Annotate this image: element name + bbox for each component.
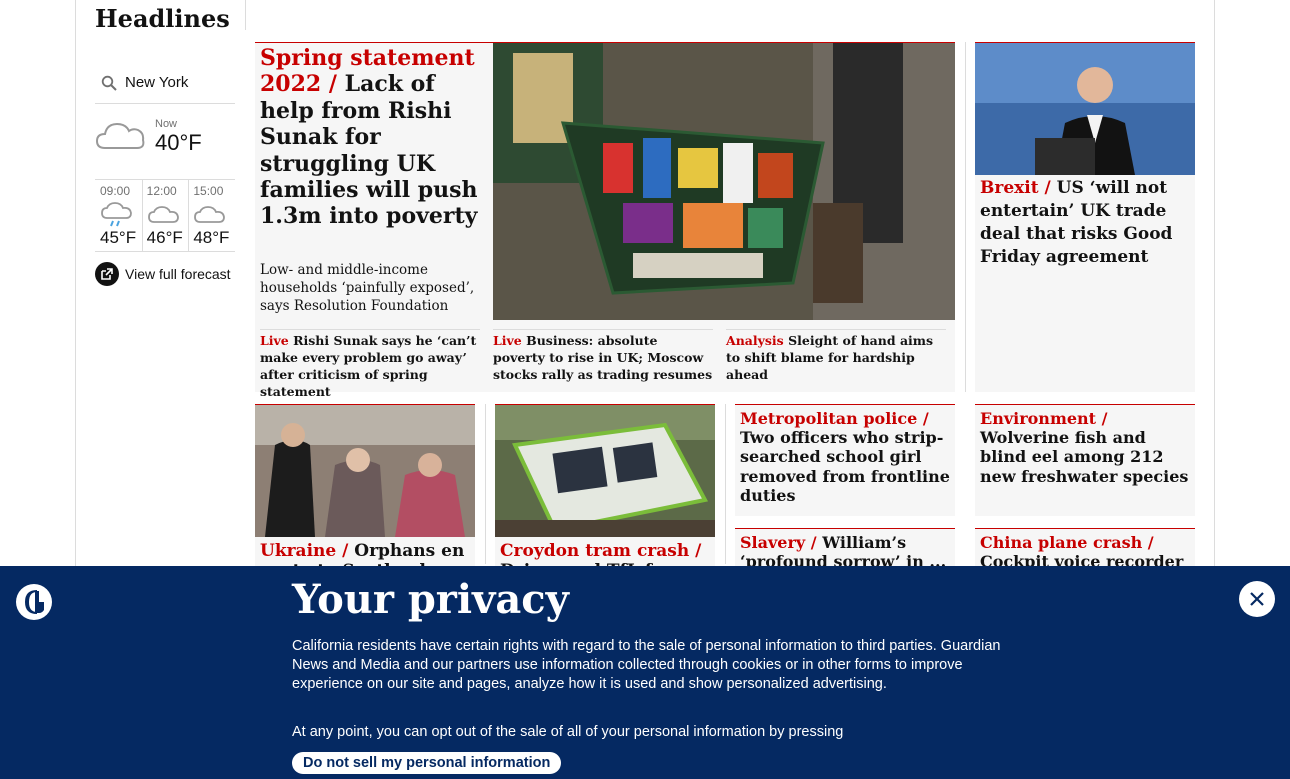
- rain-cloud-icon: [101, 202, 132, 227]
- external-link-icon: [95, 262, 119, 286]
- speaker-image[interactable]: [975, 43, 1195, 175]
- environment-headline[interactable]: Environment / Wolverine fish and blind e…: [975, 405, 1195, 490]
- forecast-time: 15:00: [193, 184, 224, 198]
- now-temperature: 40°F: [155, 130, 202, 155]
- close-icon: [1250, 592, 1264, 606]
- forecast-time: 12:00: [146, 184, 177, 198]
- lead-headline[interactable]: Spring statement 2022 / Lack of help fro…: [260, 45, 488, 230]
- brexit-kicker: Brexit /: [980, 178, 1051, 198]
- slavery-kicker: Slavery /: [740, 533, 817, 552]
- forecast-hour: 15:00 48°F: [188, 180, 235, 251]
- croydon-kicker: Croydon tram crash /: [500, 541, 702, 561]
- sublink-kicker: Live: [260, 333, 289, 348]
- met-police-headline-text: Two officers who strip-searched school g…: [740, 428, 950, 505]
- tram-illustration: [495, 405, 715, 537]
- column-divider: [725, 404, 726, 564]
- sublink-live-business[interactable]: Live Business: absolute poverty to rise …: [493, 329, 713, 401]
- do-not-sell-button[interactable]: Do not sell my personal information: [292, 752, 562, 774]
- lead-standfirst: Low- and middle-income households ‘painf…: [260, 262, 475, 315]
- brexit-headline[interactable]: Brexit / US ‘will not entertain’ UK trad…: [980, 177, 1190, 269]
- forecast-temperature: 48°F: [193, 228, 230, 247]
- tram-image[interactable]: [495, 405, 715, 537]
- privacy-text: California residents have certain rights…: [292, 638, 1001, 693]
- sublink-text: Rishi Sunak says he ‘can’t make every pr…: [260, 333, 477, 399]
- column-divider: [965, 42, 966, 392]
- shopping-trolley-image[interactable]: [493, 43, 955, 320]
- ukraine-kicker: Ukraine /: [260, 541, 349, 561]
- environment-headline-text: Wolverine fish and blind eel among 212 n…: [980, 428, 1189, 486]
- location-search[interactable]: New York: [95, 62, 235, 104]
- sublink-text: Business: absolute poverty to rise in UK…: [493, 333, 713, 382]
- search-icon: [101, 75, 117, 91]
- privacy-opt-out-text: At any point, you can opt out of the sal…: [292, 724, 844, 740]
- forecast-hour: 09:00 45°F: [95, 180, 142, 251]
- environment-kicker: Environment /: [980, 409, 1108, 428]
- sublink-live-politics[interactable]: Live Rishi Sunak says he ‘can’t make eve…: [260, 329, 480, 401]
- forecast-hour: 12:00 46°F: [141, 180, 189, 251]
- forecast-temperature: 46°F: [146, 228, 183, 247]
- close-button[interactable]: [1239, 581, 1275, 617]
- forecast-time: 09:00: [100, 184, 131, 198]
- location-name: New York: [125, 74, 189, 91]
- ukraine-image[interactable]: [255, 405, 475, 537]
- china-crash-kicker: China plane crash /: [980, 533, 1154, 552]
- met-police-story[interactable]: Metropolitan police / Two officers who s…: [735, 404, 955, 516]
- met-police-headline[interactable]: Metropolitan police / Two officers who s…: [735, 405, 955, 509]
- section-title: Headlines: [95, 4, 230, 33]
- sublink-kicker: Analysis: [726, 333, 784, 348]
- full-forecast-link[interactable]: View full forecast: [95, 262, 235, 286]
- cloud-icon: [147, 206, 179, 223]
- privacy-banner: Your privacy California residents have c…: [0, 566, 1290, 779]
- full-forecast-label: View full forecast: [125, 266, 231, 282]
- sublink-analysis[interactable]: Analysis Sleight of hand aims to shift b…: [726, 329, 946, 401]
- forecast-temperature: 45°F: [100, 228, 137, 247]
- met-police-kicker: Metropolitan police /: [740, 409, 929, 428]
- cloud-icon: [194, 206, 226, 223]
- ukraine-illustration: [255, 405, 475, 537]
- cloud-icon: [95, 122, 145, 149]
- divider: [245, 0, 246, 30]
- guardian-logo-icon: [16, 584, 52, 620]
- hourly-forecast: 09:00 45°F 12:00 46°F 15:00 48°F: [95, 180, 235, 252]
- current-weather: Now 40°F: [95, 104, 235, 180]
- column-divider: [485, 404, 486, 564]
- environment-story[interactable]: Environment / Wolverine fish and blind e…: [975, 404, 1195, 516]
- speaker-illustration: [975, 43, 1195, 175]
- now-label: Now: [155, 118, 178, 130]
- lead-sublinks: Live Rishi Sunak says he ‘can’t make eve…: [260, 329, 950, 401]
- weather-widget: New York Now 40°F 09:00 45°F 12:00 46°F …: [95, 62, 235, 286]
- privacy-title: Your privacy: [292, 576, 569, 623]
- lead-story[interactable]: Spring statement 2022 / Lack of help fro…: [255, 42, 955, 399]
- brexit-story[interactable]: Brexit / US ‘will not entertain’ UK trad…: [975, 42, 1195, 392]
- trolley-illustration: [493, 43, 955, 320]
- sublink-kicker: Live: [493, 333, 522, 348]
